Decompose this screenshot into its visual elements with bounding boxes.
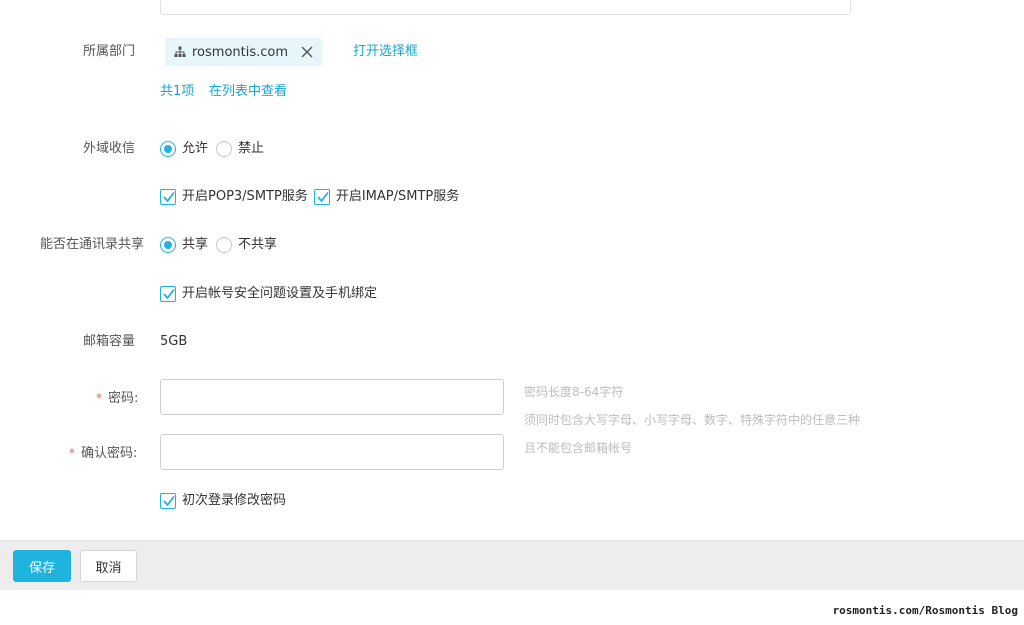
pop3-smtp-label: 开启POP3/SMTP服务 bbox=[182, 189, 308, 204]
protocol-checkbox-group: 开启POP3/SMTP服务 开启IMAP/SMTP服务 bbox=[160, 187, 465, 207]
contacts-share-label: 能否在通讯录共享 bbox=[40, 237, 145, 252]
security-setup-label: 开启帐号安全问题设置及手机绑定 bbox=[182, 286, 378, 301]
remove-department-icon[interactable] bbox=[300, 45, 314, 59]
org-tree-icon bbox=[174, 46, 186, 58]
password-hint-length: 密码长度8-64字符 bbox=[524, 385, 624, 399]
imap-smtp-label: 开启IMAP/SMTP服务 bbox=[335, 189, 460, 204]
change-on-first-login-checkbox[interactable] bbox=[160, 493, 176, 509]
page: 所属部门 rosmontis.com 打开选择框 共1项 在列表中查看 外域收信… bbox=[0, 0, 1024, 625]
password-input-box bbox=[160, 379, 504, 415]
security-checkbox-row: 开启帐号安全问题设置及手机绑定 bbox=[160, 284, 383, 304]
description-textarea[interactable] bbox=[160, 0, 851, 15]
imap-smtp-checkbox[interactable] bbox=[313, 189, 330, 205]
department-label: 所属部门 bbox=[83, 44, 136, 59]
first-login-checkbox-row: 初次登录修改密码 bbox=[160, 491, 292, 511]
department-tag: rosmontis.com bbox=[165, 38, 322, 66]
required-mark: * bbox=[69, 446, 75, 460]
mailbox-capacity-label: 邮箱容量 bbox=[83, 334, 136, 349]
department-count: 共1项 bbox=[160, 84, 195, 99]
save-button[interactable]: 保存 bbox=[13, 550, 71, 582]
password-label: * 密码: bbox=[96, 391, 139, 406]
change-on-first-login-label: 初次登录修改密码 bbox=[182, 493, 287, 508]
open-selector-link[interactable]: 打开选择框 bbox=[353, 42, 418, 62]
contacts-share-radio-group: 共享 不共享 bbox=[160, 235, 283, 255]
footer-bar: 保存 取消 bbox=[0, 540, 1024, 590]
radio-allow-label: 允许 bbox=[182, 141, 209, 156]
mailbox-capacity-value: 5GB bbox=[160, 334, 188, 349]
radio-no-share-label: 不共享 bbox=[238, 237, 278, 252]
cancel-button[interactable]: 取消 bbox=[80, 550, 137, 582]
radio-share-label: 共享 bbox=[182, 237, 209, 252]
confirm-password-label: * 确认密码: bbox=[69, 446, 138, 461]
radio-no-share[interactable] bbox=[216, 237, 233, 253]
radio-deny[interactable] bbox=[216, 141, 233, 157]
pop3-smtp-checkbox[interactable] bbox=[160, 189, 176, 205]
password-input[interactable] bbox=[161, 380, 503, 414]
department-tag-name: rosmontis.com bbox=[192, 44, 289, 60]
view-in-list-link[interactable]: 在列表中查看 bbox=[209, 82, 287, 102]
confirm-password-input-box bbox=[160, 434, 504, 470]
password-hint-no-account: 且不能包含邮箱帐号 bbox=[524, 441, 633, 455]
radio-share[interactable] bbox=[160, 237, 176, 253]
security-setup-checkbox[interactable] bbox=[160, 286, 176, 302]
required-mark: * bbox=[96, 391, 102, 405]
external-mail-label: 外域收信 bbox=[83, 141, 136, 156]
radio-allow[interactable] bbox=[160, 141, 176, 157]
confirm-password-input[interactable] bbox=[161, 435, 503, 469]
password-hint-complexity: 须同时包含大写字母、小写字母、数字、特殊字符中的任意三种 bbox=[524, 413, 861, 427]
external-mail-radio-group: 允许 禁止 bbox=[160, 139, 270, 159]
watermark: rosmontis.com/Rosmontis Blog bbox=[832, 604, 1018, 617]
password-hints: 密码长度8-64字符 须同时包含大写字母、小写字母、数字、特殊字符中的任意三种 … bbox=[524, 378, 860, 462]
radio-deny-label: 禁止 bbox=[238, 141, 265, 156]
